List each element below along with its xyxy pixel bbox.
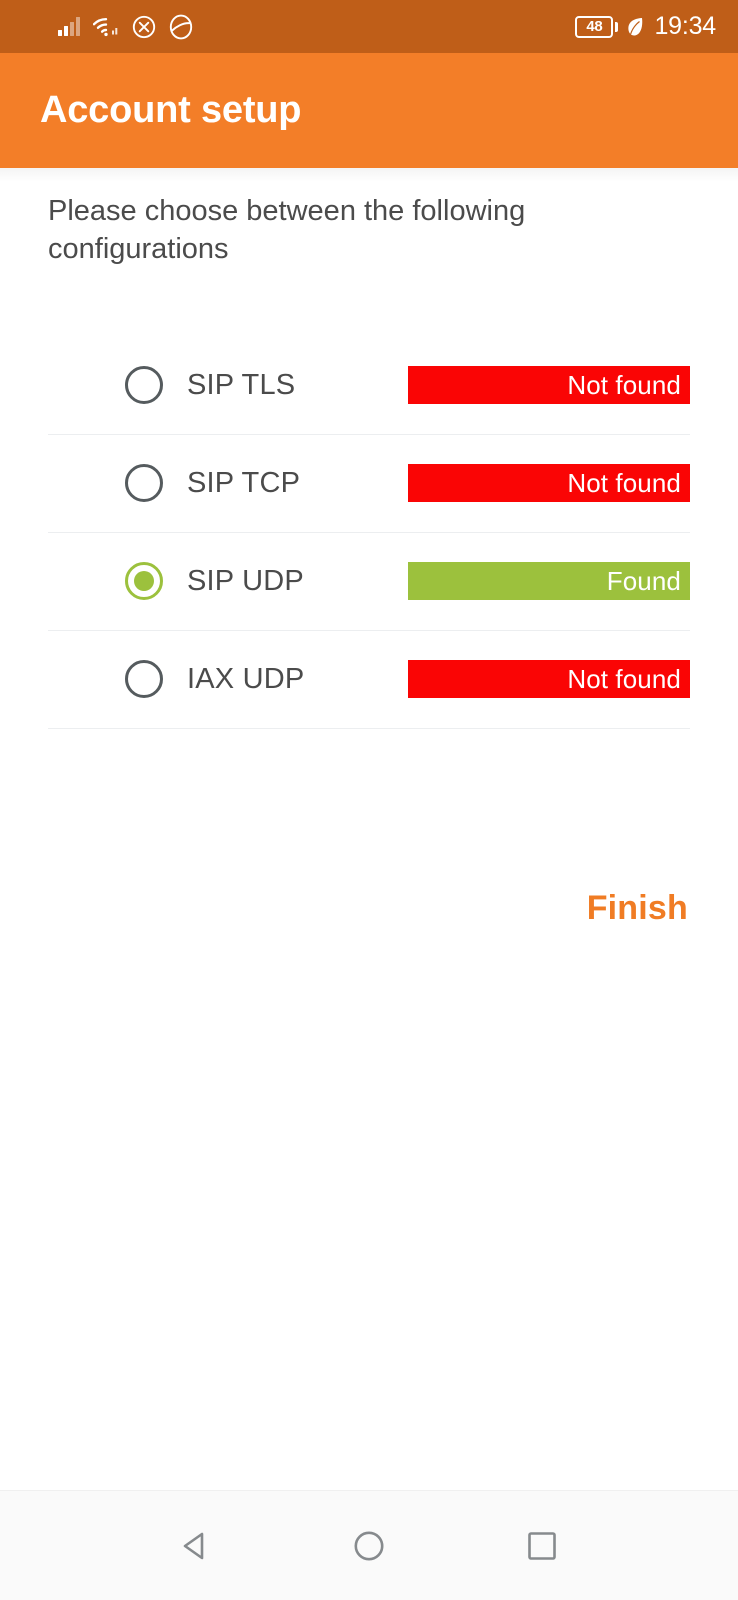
radio-button-sip-tls[interactable] — [125, 366, 163, 405]
status-badge-sip-tcp: Not found — [408, 464, 690, 503]
finish-button-row: Finish — [48, 885, 690, 932]
android-navigation-bar — [0, 1490, 738, 1600]
option-row-sip-udp[interactable]: SIP UDP Found — [48, 533, 690, 631]
status-bar-clock: 19:34 — [654, 12, 716, 40]
app-bar: Account setup — [0, 53, 738, 168]
face-circle-icon — [169, 14, 193, 39]
status-bar-right-icons: 48 19:34 — [575, 14, 716, 39]
home-circle-icon[interactable] — [334, 1511, 404, 1581]
option-row-iax-udp[interactable]: IAX UDP Not found — [48, 631, 690, 729]
status-badge-sip-udp: Found — [408, 562, 690, 601]
instructions-text: Please choose between the following conf… — [48, 195, 526, 266]
page-title: Account setup — [40, 89, 302, 131]
battery-level-label: 48 — [586, 18, 603, 35]
option-label-sip-tcp: SIP TCP — [187, 466, 301, 499]
status-bar-left-icons — [58, 14, 193, 40]
cancel-circle-icon — [132, 15, 156, 38]
radio-button-iax-udp[interactable] — [125, 660, 163, 699]
option-row-sip-tls[interactable]: SIP TLS Not found — [48, 337, 690, 435]
status-bar: 48 19:34 — [0, 0, 738, 53]
battery-icon: 48 — [575, 15, 619, 38]
leaf-icon — [628, 17, 643, 36]
phone-screen: 48 19:34 Account setup Please choose bet… — [0, 0, 738, 1600]
status-badge-iax-udp: Not found — [408, 660, 690, 699]
configuration-options-list: SIP TLS Not found SIP TCP Not found SIP … — [48, 337, 690, 729]
radio-button-sip-udp[interactable] — [125, 562, 163, 601]
wifi-icon — [93, 18, 118, 37]
option-label-sip-udp: SIP UDP — [187, 564, 304, 597]
content-area: Please choose between the following conf… — [0, 168, 738, 1490]
radio-button-sip-tcp[interactable] — [125, 464, 163, 503]
back-triangle-icon[interactable] — [161, 1511, 231, 1581]
finish-button[interactable]: Finish — [587, 885, 688, 932]
signal-bars-icon — [58, 17, 80, 36]
option-row-sip-tcp[interactable]: SIP TCP Not found — [48, 435, 690, 533]
option-label-iax-udp: IAX UDP — [187, 662, 305, 695]
recents-square-icon[interactable] — [507, 1511, 577, 1581]
status-badge-sip-tls: Not found — [408, 366, 690, 405]
option-label-sip-tls: SIP TLS — [187, 368, 296, 401]
